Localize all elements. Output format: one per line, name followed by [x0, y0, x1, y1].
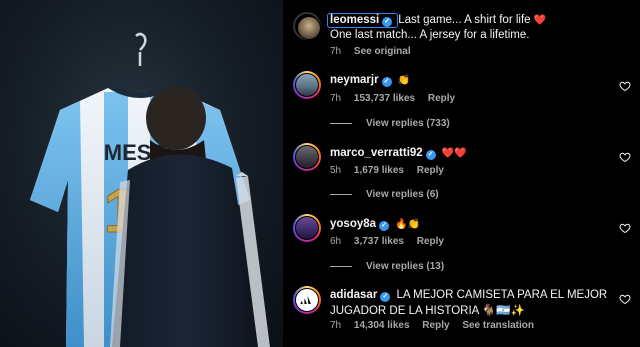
caption-text-1: Last game... A shirt for life [398, 14, 531, 26]
comment-3-username[interactable]: yosoy8a [330, 218, 376, 230]
adidas-logo-icon [300, 295, 311, 304]
comment-2-body: ❤️❤️ [441, 148, 467, 159]
post-meta: 7h See original [330, 46, 421, 57]
verified-badge-icon: ✓ [381, 77, 392, 87]
comment-4-body-line1: LA MEJOR CAMISETA PARA EL MEJOR [396, 289, 608, 301]
comment-1-body: 👏 [397, 75, 411, 86]
comment-4-text: adidasar ✓ LA MEJOR CAMISETA PARA EL MEJO… [330, 289, 607, 302]
comment-3-reply-button[interactable]: Reply [417, 236, 444, 247]
verified-badge-icon: ✓ [379, 221, 390, 231]
post-author-username[interactable]: leomessi ✓ [327, 13, 399, 28]
marco-verratti92-avatar[interactable] [293, 143, 321, 171]
heart-outline-icon[interactable] [619, 222, 631, 234]
comment-3-body: 🔥👏 [395, 219, 421, 230]
see-original-link[interactable]: See original [354, 46, 411, 57]
verified-badge-icon: ✓ [380, 292, 391, 302]
comment-2-meta: 5h 1,679 likes Reply [330, 165, 454, 176]
comment-2-username[interactable]: marco_verratti92 [330, 147, 423, 159]
comment-3-text: yosoy8a ✓ 🔥👏 [330, 218, 420, 231]
heart-outline-icon[interactable] [619, 80, 631, 92]
leomessi-avatar[interactable] [293, 12, 321, 40]
comment-4-body-line2: JUGADOR DE LA HISTORIA 🐐🇦🇷✨ [330, 305, 525, 317]
comment-2-reply-button[interactable]: Reply [417, 165, 444, 176]
see-translation-link[interactable]: See translation [462, 320, 534, 331]
comment-1-reply-button[interactable]: Reply [428, 93, 455, 104]
adidasar-avatar[interactable] [293, 286, 321, 314]
red-heart-emoji: ❤️ [533, 15, 547, 26]
yosoy8a-avatar[interactable] [293, 214, 321, 242]
comment-3-view-replies[interactable]: View replies (13) [330, 261, 444, 272]
comment-2-text: marco_verratti92 ✓ ❤️❤️ [330, 147, 467, 160]
comment-2-view-replies[interactable]: View replies (6) [330, 189, 439, 200]
comment-3-meta: 6h 3,737 likes Reply [330, 236, 454, 247]
post-caption-line2: One last match... A jersey for a lifetim… [330, 29, 530, 41]
comment-4-time: 7h [330, 320, 342, 331]
post-time: 7h [330, 46, 342, 57]
comment-4-likes[interactable]: 14,304 likes [354, 320, 410, 331]
verified-badge-icon: ✓ [382, 17, 393, 27]
neymarjr-avatar[interactable] [293, 71, 321, 99]
comment-3-time: 6h [330, 236, 342, 247]
comment-4-reply-button[interactable]: Reply [422, 320, 449, 331]
comment-1-username[interactable]: neymarjr [330, 74, 379, 86]
jersey-photo-illustration: MESSI 10 [30, 32, 270, 347]
comment-3-likes[interactable]: 3,737 likes [354, 236, 404, 247]
verified-badge-icon: ✓ [425, 150, 436, 160]
comment-2-likes[interactable]: 1,679 likes [354, 165, 404, 176]
comment-4-meta: 7h 14,304 likes Reply See translation [330, 320, 544, 331]
comment-1-view-replies[interactable]: View replies (733) [330, 118, 450, 129]
comment-1-meta: 7h 153,737 likes Reply [330, 93, 465, 104]
comment-1-text: neymarjr ✓ 👏 [330, 74, 410, 87]
heart-outline-icon[interactable] [619, 151, 631, 163]
comment-1-time: 7h [330, 93, 342, 104]
post-photo: MESSI 10 [0, 0, 283, 347]
comment-4-username[interactable]: adidasar [330, 289, 377, 301]
heart-outline-icon[interactable] [619, 293, 631, 305]
post-caption-line1: leomessi ✓ Last game... A shirt for life ❤… [327, 13, 547, 28]
comments-panel: leomessi ✓ Last game... A shirt for life ❤… [283, 0, 640, 347]
comment-1-likes[interactable]: 153,737 likes [354, 93, 415, 104]
comment-2-time: 5h [330, 165, 342, 176]
